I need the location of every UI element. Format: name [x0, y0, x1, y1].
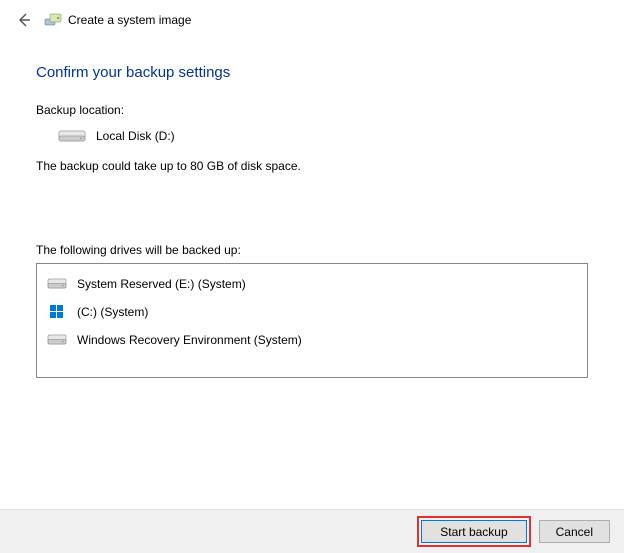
- drives-list: System Reserved (E:) (System) (C:) (Syst…: [36, 263, 588, 378]
- highlight-box: Start backup: [417, 516, 530, 547]
- backup-location-label: Backup location:: [36, 103, 588, 117]
- drive-row: Windows Recovery Environment (System): [37, 326, 587, 354]
- backup-location-row: Local Disk (D:): [58, 127, 588, 145]
- drive-row: System Reserved (E:) (System): [37, 270, 587, 298]
- drives-list-label: The following drives will be backed up:: [36, 243, 588, 257]
- start-backup-button[interactable]: Start backup: [421, 520, 526, 543]
- drive-label: (C:) (System): [77, 305, 148, 319]
- footer-bar: Start backup Cancel: [0, 509, 624, 553]
- system-image-icon: [44, 11, 62, 29]
- space-note: The backup could take up to 80 GB of dis…: [36, 159, 588, 173]
- hard-drive-icon: [47, 276, 67, 292]
- windows-icon: [47, 304, 67, 320]
- hard-drive-icon: [47, 332, 67, 348]
- drive-label: System Reserved (E:) (System): [77, 277, 246, 291]
- hard-drive-icon: [58, 127, 86, 145]
- drive-label: Windows Recovery Environment (System): [77, 333, 302, 347]
- page-heading: Confirm your backup settings: [36, 64, 588, 81]
- drive-row: (C:) (System): [37, 298, 587, 326]
- backup-location-value: Local Disk (D:): [96, 129, 175, 143]
- back-button[interactable]: [12, 8, 36, 32]
- cancel-button[interactable]: Cancel: [539, 520, 610, 543]
- window-title: Create a system image: [68, 13, 191, 27]
